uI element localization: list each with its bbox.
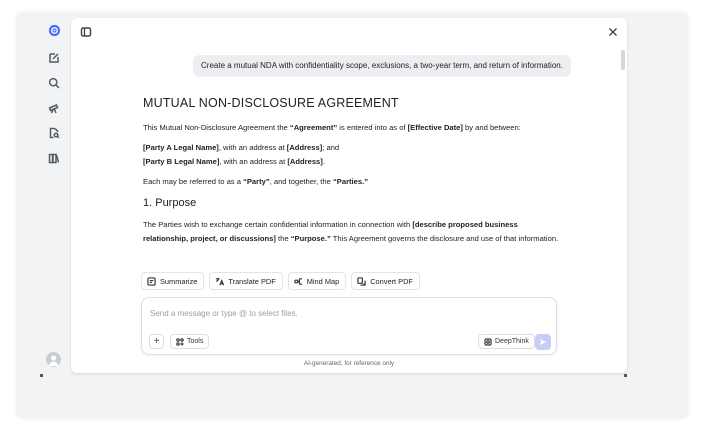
- user-prompt-bubble: Create a mutual NDA with confidentiality…: [193, 55, 571, 77]
- bold-span: [Address]: [286, 143, 323, 152]
- summarize-button[interactable]: Summarize: [141, 272, 205, 290]
- text-span: , and together, the: [269, 177, 333, 186]
- avatar[interactable]: [46, 352, 61, 367]
- close-icon[interactable]: [607, 25, 619, 37]
- content-fade: [71, 240, 627, 270]
- text-span: is entered into as of: [337, 123, 408, 132]
- edit-icon[interactable]: [47, 51, 61, 65]
- mind-map-label: Mind Map: [306, 276, 340, 286]
- tools-button[interactable]: Tools: [170, 334, 210, 349]
- add-attachment-button[interactable]: +: [149, 334, 164, 349]
- scrollbar[interactable]: [621, 50, 625, 70]
- bold-span: [Address]: [287, 157, 323, 166]
- summarize-icon: [147, 276, 156, 286]
- translate-icon: [216, 277, 225, 285]
- resize-corner: [40, 374, 43, 377]
- text-span: , with an address at: [219, 157, 288, 166]
- section-heading: 1. Purpose: [143, 197, 197, 209]
- library-icon[interactable]: [47, 151, 61, 165]
- text-span: .: [322, 157, 325, 166]
- text-span: by and between:: [462, 123, 521, 132]
- bold-span: “Party”: [243, 177, 270, 186]
- user-icon: [48, 355, 59, 366]
- left-rail: [40, 18, 68, 374]
- party-a-line: [Party A Legal Name], with an address at…: [143, 141, 563, 155]
- bold-span: “Agreement”: [289, 123, 338, 132]
- ai-disclaimer: AI-generated, for reference only: [303, 360, 395, 367]
- logo-icon[interactable]: [47, 23, 61, 37]
- party-b-line: [Party B Legal Name], with an address at…: [143, 155, 563, 169]
- tools-icon: [176, 337, 184, 346]
- convert-label: Convert PDF: [370, 276, 413, 286]
- text-span: This Mutual Non-Disclosure Agreement the: [143, 123, 290, 132]
- intro-paragraph: This Mutual Non-Disclosure Agreement the…: [143, 121, 563, 135]
- parties-definition: Each may be referred to as a “Party”, an…: [143, 175, 563, 189]
- text-span: , with an address at: [218, 143, 287, 152]
- tools-label: Tools: [187, 338, 204, 345]
- mind-map-button[interactable]: Mind Map: [287, 272, 347, 290]
- convert-pdf-button[interactable]: Convert PDF: [351, 272, 420, 290]
- bold-span: “Parties.”: [332, 177, 369, 186]
- bold-span: [Party A Legal Name]: [143, 143, 219, 152]
- telescope-icon[interactable]: [47, 101, 61, 115]
- text-span: The Parties wish to exchange certain con…: [143, 220, 413, 229]
- document-title: MUTUAL NON-DISCLOSURE AGREEMENT: [143, 96, 399, 110]
- send-icon: [540, 339, 546, 345]
- text-span: Each may be referred to as a: [143, 177, 244, 186]
- mind-map-icon: [294, 277, 302, 285]
- sidebar-toggle-icon[interactable]: [80, 25, 92, 37]
- bold-span: [Party B Legal Name]: [143, 157, 220, 166]
- nda-document: MUTUAL NON-DISCLOSURE AGREEMENT This Mut…: [143, 96, 563, 252]
- deepthink-button[interactable]: DeepThink: [478, 334, 535, 349]
- deepthink-label: DeepThink: [495, 338, 529, 345]
- deepthink-icon: [484, 337, 492, 346]
- translate-label: Translate PDF: [228, 276, 276, 286]
- translate-pdf-button[interactable]: Translate PDF: [209, 272, 283, 290]
- convert-icon: [357, 276, 366, 286]
- send-button[interactable]: [535, 334, 551, 350]
- chat-panel: Create a mutual NDA with confidentiality…: [71, 18, 627, 373]
- bold-span: [Effective Date]: [407, 123, 463, 132]
- text-span: ; and: [322, 143, 340, 152]
- message-input[interactable]: [150, 306, 530, 320]
- resize-corner: [624, 374, 627, 377]
- file-search-icon[interactable]: [47, 126, 61, 140]
- search-icon[interactable]: [47, 76, 61, 90]
- quick-actions: Summarize Translate PDF Mind Map Convert…: [141, 272, 420, 290]
- message-composer: + Tools DeepThink: [141, 297, 557, 355]
- summarize-label: Summarize: [160, 276, 198, 286]
